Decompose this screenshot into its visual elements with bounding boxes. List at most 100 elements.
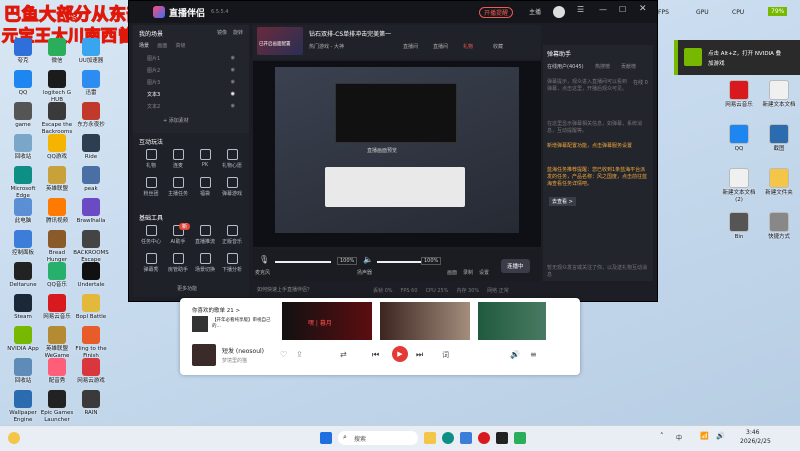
netease-music-icon[interactable] <box>478 432 490 444</box>
desktop-icon[interactable]: 英雄联盟 <box>38 166 76 193</box>
desktop-icon[interactable]: RAIN <box>72 390 110 417</box>
feature-button[interactable]: AI助手 新 <box>166 223 190 245</box>
chat-tab-rank[interactable]: 贡献榜 <box>621 63 636 70</box>
eye-icon[interactable]: ◉ <box>231 91 235 97</box>
eye-icon[interactable]: ◉ <box>231 79 235 85</box>
banner-1[interactable]: 嘿 | 暮月 <box>282 302 372 340</box>
tray-arrow-icon[interactable]: ˄ <box>660 432 664 440</box>
source-item[interactable]: 文本2 ◉ <box>139 103 239 113</box>
desktop-icon[interactable]: 微信 <box>38 38 76 65</box>
eye-icon[interactable]: ◉ <box>231 103 235 109</box>
desktop-icon[interactable]: logitech G HUB <box>38 70 76 103</box>
anchor-button[interactable]: 主播 <box>529 7 541 16</box>
desktop-icon[interactable]: NVIDIA App <box>4 326 42 353</box>
desktop-icon[interactable]: 网易云游戏 <box>72 358 110 385</box>
desktop-icon[interactable]: 迅雷 <box>72 70 110 97</box>
desktop-icon[interactable]: QQ游戏 <box>38 134 76 161</box>
feature-button[interactable]: 主播任务 <box>166 177 190 197</box>
rotate-button[interactable]: 旋转 <box>233 29 243 36</box>
playlist-icon[interactable]: ≡ <box>530 350 537 359</box>
feature-button[interactable]: 福袋 <box>193 177 217 197</box>
wechat-icon[interactable] <box>514 432 526 444</box>
album-art[interactable] <box>192 344 216 366</box>
more-features-button[interactable]: 更多功能 <box>177 285 197 292</box>
desktop-icon[interactable]: 回收站 <box>4 358 42 385</box>
feature-button[interactable]: 场景切换 <box>193 253 217 273</box>
weather-icon[interactable] <box>8 432 20 444</box>
banner-2[interactable] <box>380 302 470 340</box>
playlist-header[interactable]: 你喜欢的歌单 21 > <box>192 306 240 314</box>
live-companion-icon[interactable] <box>496 432 508 444</box>
desktop-icon[interactable]: Brawlhalla <box>72 198 110 225</box>
mic-icon[interactable]: 🎙 <box>259 255 269 264</box>
feature-button[interactable]: 直播推流 <box>193 225 217 245</box>
feature-button[interactable]: 粉丝团 <box>139 177 163 197</box>
next-icon[interactable]: ⏭ <box>416 350 423 360</box>
play-button[interactable]: ▶ <box>392 346 408 362</box>
desktop-icon[interactable]: peak <box>72 166 110 193</box>
tab-advanced[interactable]: 高级 <box>176 43 186 49</box>
desktop-icon[interactable]: 截图 <box>760 124 798 153</box>
room-category[interactable]: 热门游戏 - 大神 <box>309 43 344 50</box>
desktop-icon[interactable]: 英雄联盟WeGame <box>38 326 76 359</box>
source-item[interactable]: 文本3 ◉ <box>139 91 239 101</box>
source-item[interactable]: 图片1 ◉ <box>139 55 239 65</box>
shuffle-icon[interactable]: ⇄ <box>340 350 347 359</box>
desktop-icon[interactable]: Epic Games Launcher <box>38 390 76 423</box>
mirror-button[interactable]: 镜像 <box>217 29 227 36</box>
feature-button[interactable]: 连麦 <box>166 149 190 169</box>
desktop-icon[interactable]: 控制面板 <box>4 230 42 257</box>
tab-scene[interactable]: 场景 <box>139 43 149 49</box>
desktop-icon[interactable]: 网易云音乐 <box>38 294 76 321</box>
feature-button[interactable]: 任务中心 <box>139 225 163 245</box>
avatar[interactable] <box>553 6 565 18</box>
record-button[interactable]: 录制 <box>463 269 473 276</box>
feature-button[interactable]: 弹幕秀 <box>139 253 163 273</box>
feature-button[interactable]: 礼物 <box>139 149 163 169</box>
desktop-icon[interactable]: 网易云音乐 <box>720 80 758 109</box>
store-icon[interactable] <box>460 432 472 444</box>
help-link[interactable]: 如何快速上手直播伴侣？ <box>257 286 312 293</box>
playlist-card[interactable]: 【开年必看纯享版】审视自己的… <box>192 316 278 338</box>
desktop-icon[interactable]: 回收站 <box>4 134 42 161</box>
desktop-icon[interactable]: 腾讯视频 <box>38 198 76 225</box>
eye-icon[interactable]: ◉ <box>231 67 235 73</box>
tab-screen[interactable]: 画面 <box>157 43 167 49</box>
banner-3[interactable] <box>478 302 546 340</box>
explorer-icon[interactable] <box>424 432 436 444</box>
desktop-icon[interactable]: 此电脑 <box>4 198 42 225</box>
desktop-icon[interactable]: 东方永夜抄 <box>72 102 110 129</box>
settings-button[interactable]: 设置 <box>479 269 489 276</box>
desktop-icon[interactable]: 新建文件夹 <box>760 168 798 197</box>
feature-button[interactable]: PK <box>193 149 217 168</box>
feature-button[interactable]: 房管助手 <box>166 253 190 273</box>
prev-icon[interactable]: ⏮ <box>372 350 379 360</box>
clock-time[interactable]: 3:46 <box>746 429 759 436</box>
source-item[interactable]: 图片2 ◉ <box>139 67 239 77</box>
desktop-icon[interactable]: Steam <box>4 294 42 321</box>
feature-button[interactable]: 正版音乐 <box>220 225 244 245</box>
add-source-button[interactable]: + 添加素材 <box>163 117 189 124</box>
desktop-icon[interactable]: 夸克 <box>4 38 42 65</box>
desktop-icon[interactable]: Bread Hunger <box>38 230 76 263</box>
taskbar-search[interactable]: ⌕ 搜索 <box>338 431 418 445</box>
like-icon[interactable]: ♡ <box>280 350 287 359</box>
feature-button[interactable]: 弹幕游戏 <box>220 177 244 197</box>
edge-icon[interactable] <box>442 432 454 444</box>
screen-button[interactable]: 画面 <box>447 269 457 276</box>
desktop-icon[interactable]: Bin <box>720 212 758 241</box>
lyrics-icon[interactable]: 词 <box>442 350 449 360</box>
remind-button[interactable]: 开播提醒 <box>479 7 514 18</box>
clock-date[interactable]: 2026/2/25 <box>740 438 771 445</box>
desktop-icon[interactable]: 新建文本文档 <box>760 80 798 109</box>
desktop-icon[interactable]: 新建文本文档(2) <box>720 168 758 203</box>
close-icon[interactable]: ✕ <box>639 4 647 14</box>
desktop-icon[interactable]: 快捷方式 <box>760 212 798 241</box>
desktop-icon[interactable]: QQ <box>4 70 42 97</box>
desktop-icon[interactable]: 配音秀 <box>38 358 76 385</box>
network-icon[interactable]: 📶 <box>700 432 709 440</box>
desktop-icon[interactable]: UU加速器 <box>72 38 110 65</box>
desktop-icon[interactable]: Microsoft Edge <box>4 166 42 199</box>
speaker-slider[interactable] <box>377 261 421 263</box>
share-icon[interactable]: ⇪ <box>296 350 303 359</box>
